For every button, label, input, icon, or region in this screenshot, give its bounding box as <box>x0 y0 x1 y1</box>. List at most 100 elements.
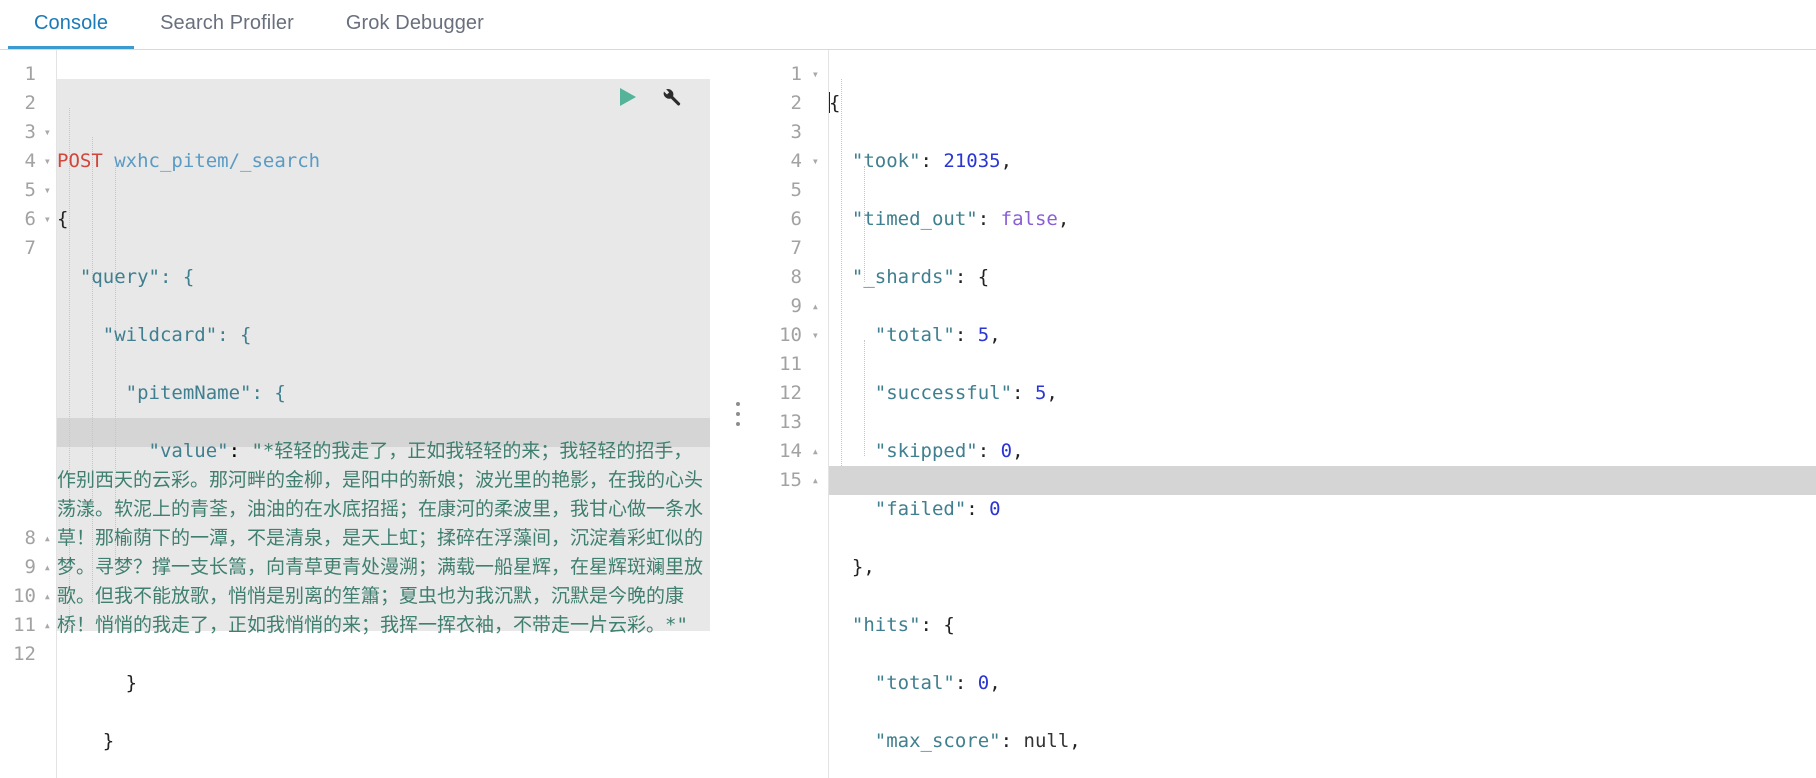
line-number-text: 9 <box>790 295 802 317</box>
fold-toggle-icon[interactable]: ▾ <box>37 118 51 147</box>
line-number[interactable]: 13 <box>766 408 828 437</box>
line-number[interactable]: 5 <box>766 176 828 205</box>
play-icon[interactable] <box>616 86 638 108</box>
successful-key: "successful" <box>874 382 1013 404</box>
failed-key: "failed" <box>874 498 967 520</box>
line-number[interactable]: 11 <box>766 350 828 379</box>
dev-tools-console: Console Search Profiler Grok Debugger 1 … <box>0 0 1816 778</box>
line-number-text: 7 <box>790 237 802 259</box>
line-number-text: 12 <box>779 382 802 404</box>
line-number[interactable]: 14 ▴ <box>766 437 828 466</box>
fold-toggle-icon[interactable]: ▴ <box>37 524 51 553</box>
fold-toggle-icon[interactable]: ▴ <box>37 611 51 640</box>
fold-toggle-icon[interactable]: ▴ <box>805 466 819 495</box>
fold-toggle-icon[interactable]: ▾ <box>805 147 819 176</box>
line-number-text: 10 <box>779 324 802 346</box>
line-number[interactable]: 8 ▴ <box>0 524 56 553</box>
line-number[interactable]: 1 <box>0 60 56 89</box>
fold-toggle-icon[interactable]: ▴ <box>805 292 819 321</box>
fold-toggle-icon[interactable]: ▴ <box>37 553 51 582</box>
line-number-text: 4 <box>790 150 802 172</box>
took-value: 21035 <box>943 150 1001 172</box>
line-number[interactable]: 6 <box>766 205 828 234</box>
line-number-text: 2 <box>790 92 802 114</box>
tab-console-label: Console <box>34 11 109 34</box>
line-number[interactable]: 4 ▾ <box>766 147 828 176</box>
tab-search-profiler[interactable]: Search Profiler <box>134 0 320 49</box>
line-number[interactable]: 12 <box>766 379 828 408</box>
line-number[interactable]: 11 ▴ <box>0 611 56 640</box>
code-line-close-1: } <box>57 669 710 698</box>
response-code-area[interactable]: { "took": 21035, "timed_out": false, "_s… <box>828 50 1816 778</box>
pane-splitter[interactable] <box>710 50 766 778</box>
line-number-text: 5 <box>24 179 36 201</box>
value-key: "value" <box>148 440 229 462</box>
open-brace: { <box>829 92 841 114</box>
line-number-text: 11 <box>13 614 36 636</box>
line-number[interactable]: 10 ▴ <box>0 582 56 611</box>
wrapped-line-spacer <box>0 263 56 524</box>
line-number[interactable]: 7 <box>0 234 56 263</box>
request-gutter: 1 2 3 ▾ 4 ▾ 5 ▾ 6 ▾ 7 8 ▴ 9 ▴ 10 ▴ 11 ▴ 12 <box>0 50 56 778</box>
line-number[interactable]: 3 <box>766 118 828 147</box>
failed-value: 0 <box>989 498 1001 520</box>
code-line-value: "value": "*轻轻的我走了，正如我轻轻的来；我轻轻的招手，作别西天的云彩… <box>57 440 704 636</box>
drag-handle-icon[interactable] <box>736 402 740 426</box>
line-number-text: 3 <box>790 121 802 143</box>
code-line-close-2: } <box>57 727 710 756</box>
fold-toggle-icon[interactable]: ▾ <box>37 205 51 234</box>
code-line-failed: "failed": 0 <box>874 498 1001 520</box>
wrench-icon[interactable] <box>660 86 682 108</box>
line-number[interactable]: 2 <box>766 89 828 118</box>
code-line-wildcard: "wildcard": { <box>57 321 710 350</box>
code-line-successful: "successful": 5, <box>874 382 1058 404</box>
fold-toggle-icon[interactable]: ▾ <box>805 321 819 350</box>
close-brace: }, <box>851 556 875 578</box>
line-number-text: 1 <box>24 63 36 85</box>
code-line-pitemname: "pitemName": { <box>57 379 710 408</box>
max-score-key: "max_score" <box>874 730 1001 752</box>
fold-toggle-icon[interactable]: ▾ <box>37 147 51 176</box>
code-line-request: POST wxhc_pitem/_search <box>57 147 710 176</box>
request-code-area[interactable]: POST wxhc_pitem/_search { "query": { "wi… <box>56 50 710 778</box>
line-number[interactable]: 12 <box>0 640 56 669</box>
request-actions <box>616 86 682 108</box>
line-number[interactable]: 5 ▾ <box>0 176 56 205</box>
line-number[interactable]: 9 ▴ <box>766 292 828 321</box>
shards-total-key: "total" <box>874 324 955 346</box>
fold-toggle-icon[interactable]: ▴ <box>805 437 819 466</box>
http-method: POST <box>57 150 103 172</box>
tab-grok-debugger[interactable]: Grok Debugger <box>320 0 510 49</box>
code-line-max-score: "max_score": null, <box>874 730 1081 752</box>
line-number-text: 5 <box>790 179 802 201</box>
fold-toggle-icon[interactable]: ▴ <box>37 582 51 611</box>
tab-bar: Console Search Profiler Grok Debugger <box>0 0 1816 50</box>
line-number-text: 14 <box>779 440 802 462</box>
line-number[interactable]: 1 ▾ <box>766 60 828 89</box>
line-number[interactable]: 7 <box>766 234 828 263</box>
tab-console[interactable]: Console <box>8 0 135 49</box>
line-number[interactable]: 8 <box>766 263 828 292</box>
line-number[interactable]: 4 ▾ <box>0 147 56 176</box>
line-number-text: 9 <box>24 556 36 578</box>
response-gutter: 1 ▾ 2 3 4 ▾ 5 6 7 8 9 ▴ 10 ▾ 11 12 13 14 ▴ 15… <box>766 50 828 778</box>
request-url: wxhc_pitem/_search <box>114 150 321 172</box>
code-line-query: "query": { <box>57 263 710 292</box>
open-brace: { <box>57 208 69 230</box>
line-number[interactable]: 9 ▴ <box>0 553 56 582</box>
line-number[interactable]: 3 ▾ <box>0 118 56 147</box>
line-number[interactable]: 2 <box>0 89 56 118</box>
close-brace: } <box>125 672 138 694</box>
line-number[interactable]: 10 ▾ <box>766 321 828 350</box>
fold-toggle-icon[interactable]: ▾ <box>37 176 51 205</box>
code-line-skipped: "skipped": 0, <box>874 440 1024 462</box>
fold-toggle-icon[interactable]: ▾ <box>805 60 819 89</box>
line-number-text: 10 <box>13 585 36 607</box>
request-source: POST wxhc_pitem/_search { "query": { "wi… <box>57 60 710 778</box>
line-number[interactable]: 6 ▾ <box>0 205 56 234</box>
line-number[interactable]: 15 ▴ <box>766 466 828 495</box>
line-number-text: 12 <box>13 643 36 665</box>
request-pane: 1 2 3 ▾ 4 ▾ 5 ▾ 6 ▾ 7 8 ▴ 9 ▴ 10 ▴ 11 ▴ 12 <box>0 50 710 778</box>
line-number-text: 3 <box>24 121 36 143</box>
